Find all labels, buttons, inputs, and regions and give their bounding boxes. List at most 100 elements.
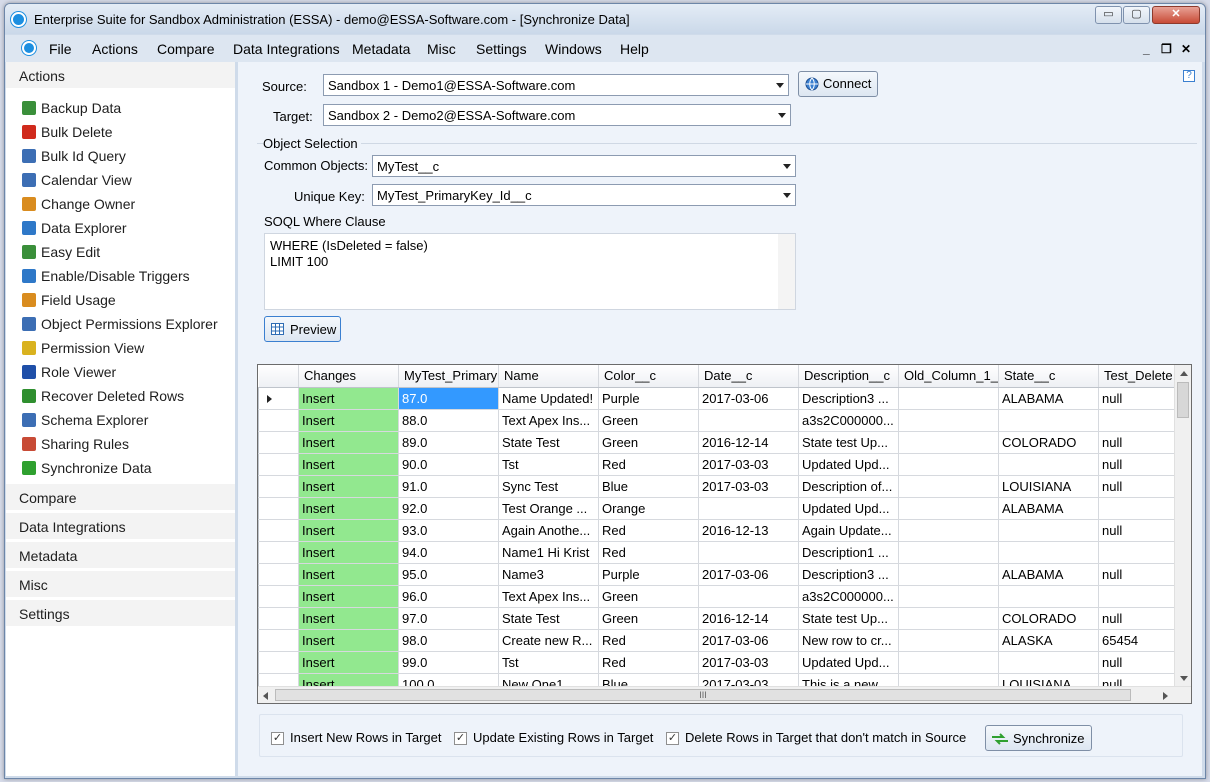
scroll-left-icon[interactable] <box>263 692 268 700</box>
table-cell[interactable]: a3s2C000000... <box>798 585 899 608</box>
grid-horizontal-scrollbar[interactable]: III <box>258 686 1191 703</box>
table-cell[interactable]: Insert <box>298 563 399 586</box>
table-cell[interactable]: 94.0 <box>398 541 499 564</box>
help-icon[interactable]: ? <box>1183 70 1195 82</box>
table-cell[interactable]: 97.0 <box>398 607 499 630</box>
table-cell[interactable] <box>698 497 799 520</box>
table-cell[interactable]: ALABAMA <box>998 497 1099 520</box>
table-cell[interactable]: Insert <box>298 497 399 520</box>
table-cell[interactable]: Description of... <box>798 475 899 498</box>
sidebar-item-synchronize-data[interactable]: Synchronize Data <box>20 458 230 480</box>
table-cell[interactable] <box>998 519 1099 542</box>
table-cell[interactable]: null <box>1098 387 1179 410</box>
table-cell[interactable]: 2017-03-03 <box>698 475 799 498</box>
table-cell[interactable]: Insert <box>298 585 399 608</box>
sidebar-item-data-explorer[interactable]: Data Explorer <box>20 218 230 240</box>
table-cell[interactable] <box>898 519 999 542</box>
table-row[interactable]: Insert 91.0 Sync Test Blue 2017-03-03 Descrip… <box>258 475 1179 498</box>
table-cell[interactable] <box>898 475 999 498</box>
table-cell[interactable]: 95.0 <box>398 563 499 586</box>
table-cell[interactable]: Red <box>598 453 699 476</box>
table-row[interactable]: Insert 94.0 Name1 Hi Krist Red Description1 … <box>258 541 1179 564</box>
table-cell[interactable]: null <box>1098 431 1179 454</box>
table-cell[interactable] <box>898 409 999 432</box>
child-restore-button[interactable]: ❐ <box>1161 42 1172 56</box>
table-cell[interactable]: Tst <box>498 651 599 674</box>
column-header[interactable]: Description__c <box>798 365 899 388</box>
table-cell[interactable]: Orange <box>598 497 699 520</box>
table-cell[interactable]: State Test <box>498 607 599 630</box>
table-row[interactable]: Insert 96.0 Text Apex Ins... Green a3s2C0000… <box>258 585 1179 608</box>
table-cell[interactable] <box>1098 497 1179 520</box>
row-selector[interactable] <box>258 541 299 564</box>
table-cell[interactable]: Green <box>598 585 699 608</box>
sidebar-section-settings[interactable]: Settings <box>6 600 235 627</box>
table-cell[interactable] <box>998 409 1099 432</box>
table-cell[interactable]: Description3 ... <box>798 563 899 586</box>
table-cell[interactable] <box>998 585 1099 608</box>
sidebar-item-backup-data[interactable]: Backup Data <box>20 98 230 120</box>
table-cell[interactable]: Tst <box>498 453 599 476</box>
menu-misc[interactable]: Misc <box>427 41 456 57</box>
table-row[interactable]: Insert 95.0 Name3 Purple 2017-03-06 Descripti… <box>258 563 1179 586</box>
current-row-indicator-icon[interactable] <box>258 387 299 410</box>
table-cell[interactable]: null <box>1098 453 1179 476</box>
table-cell[interactable] <box>698 585 799 608</box>
row-selector[interactable] <box>258 651 299 674</box>
table-cell[interactable]: Purple <box>598 563 699 586</box>
soql-where-textarea[interactable]: WHERE (IsDeleted = false) LIMIT 100 <box>264 233 796 310</box>
sidebar-header-actions[interactable]: Actions <box>6 62 235 89</box>
table-cell[interactable]: 93.0 <box>398 519 499 542</box>
table-cell[interactable]: 2017-03-06 <box>698 563 799 586</box>
column-header[interactable]: Date__c <box>698 365 799 388</box>
sidebar-item-easy-edit[interactable]: Easy Edit <box>20 242 230 264</box>
table-cell[interactable]: 91.0 <box>398 475 499 498</box>
table-row[interactable]: Insert 88.0 Text Apex Ins... Green a3s2C0000… <box>258 409 1179 432</box>
table-cell[interactable] <box>1098 409 1179 432</box>
table-cell[interactable]: 90.0 <box>398 453 499 476</box>
table-cell[interactable]: Insert <box>298 387 399 410</box>
table-cell[interactable]: 2017-03-06 <box>698 629 799 652</box>
menu-compare[interactable]: Compare <box>157 41 215 57</box>
table-cell[interactable] <box>898 541 999 564</box>
menu-file[interactable]: File <box>49 41 72 57</box>
table-cell[interactable]: Updated Upd... <box>798 651 899 674</box>
table-cell[interactable]: COLORADO <box>998 607 1099 630</box>
table-cell[interactable]: null <box>1098 651 1179 674</box>
row-selector[interactable] <box>258 563 299 586</box>
table-row[interactable]: Insert 99.0 Tst Red 2017-03-03 Updated Upd...… <box>258 651 1179 674</box>
sidebar-item-role-viewer[interactable]: Role Viewer <box>20 362 230 384</box>
table-cell[interactable]: Insert <box>298 453 399 476</box>
table-cell[interactable]: Red <box>598 519 699 542</box>
table-cell[interactable]: Sync Test <box>498 475 599 498</box>
table-cell[interactable]: Text Apex Ins... <box>498 409 599 432</box>
sidebar-item-bulk-delete[interactable]: Bulk Delete <box>20 122 230 144</box>
connect-button[interactable]: Connect <box>798 71 878 97</box>
column-header[interactable]: Name <box>498 365 599 388</box>
table-row[interactable]: Insert 97.0 State Test Green 2016-12-14 State… <box>258 607 1179 630</box>
table-row[interactable]: Insert 93.0 Again Anothe... Red 2016-12-13 Ag… <box>258 519 1179 542</box>
table-cell[interactable]: ALABAMA <box>998 387 1099 410</box>
horizontal-scroll-thumb[interactable]: III <box>275 689 1131 701</box>
child-close-button[interactable]: ✕ <box>1181 42 1191 56</box>
scroll-down-icon[interactable] <box>1180 676 1188 681</box>
vertical-scroll-thumb[interactable] <box>1177 382 1189 418</box>
row-selector[interactable] <box>258 585 299 608</box>
scroll-right-icon[interactable] <box>1163 692 1168 700</box>
table-cell[interactable]: 2016-12-14 <box>698 431 799 454</box>
table-row[interactable]: Insert 89.0 State Test Green 2016-12-14 State… <box>258 431 1179 454</box>
table-cell[interactable]: 92.0 <box>398 497 499 520</box>
column-header[interactable]: Old_Column_1_ <box>898 365 999 388</box>
table-cell[interactable]: 2017-03-06 <box>698 387 799 410</box>
row-selector[interactable] <box>258 519 299 542</box>
table-cell[interactable]: 87.0 <box>398 387 499 410</box>
table-cell[interactable]: 98.0 <box>398 629 499 652</box>
column-header[interactable]: Color__c <box>598 365 699 388</box>
table-cell[interactable] <box>898 629 999 652</box>
scroll-up-icon[interactable] <box>1180 371 1188 376</box>
table-cell[interactable]: Insert <box>298 475 399 498</box>
sidebar-item-field-usage[interactable]: Field Usage <box>20 290 230 312</box>
app-menu-icon[interactable] <box>22 41 36 55</box>
sidebar-item-sharing-rules[interactable]: Sharing Rules <box>20 434 230 456</box>
row-selector[interactable] <box>258 409 299 432</box>
